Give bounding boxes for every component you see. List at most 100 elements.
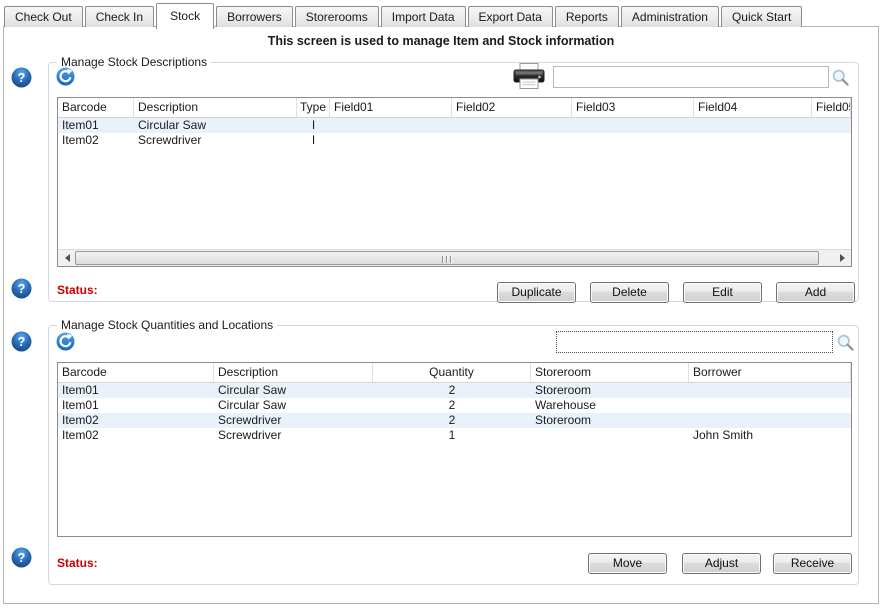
cell-field04 — [694, 118, 812, 133]
table-row[interactable]: Item01 Circular Saw 2 Warehouse — [58, 398, 851, 413]
edit-button[interactable]: Edit — [683, 282, 762, 303]
stock-descriptions-search-input[interactable] — [553, 66, 829, 88]
cell-description: Screwdriver — [214, 413, 373, 428]
add-button[interactable]: Add — [776, 282, 855, 303]
cell-field03 — [572, 118, 694, 133]
screen-instruction: This screen is used to manage Item and S… — [0, 34, 882, 48]
tab-storerooms[interactable]: Storerooms — [295, 6, 379, 27]
cell-barcode: Item01 — [58, 383, 214, 398]
cell-type: I — [297, 118, 330, 133]
column-header-quantity[interactable]: Quantity — [373, 363, 531, 382]
group-title: Manage Stock Quantities and Locations — [57, 318, 277, 332]
refresh-icon[interactable] — [56, 67, 75, 86]
cell-description: Screwdriver — [134, 133, 297, 148]
status-text: Status: — [57, 283, 98, 297]
status-label: Status: — [57, 283, 98, 297]
cell-storeroom: Storeroom — [531, 383, 689, 398]
cell-field05 — [812, 133, 851, 148]
cell-borrower — [689, 398, 851, 413]
cell-field04 — [694, 133, 812, 148]
refresh-icon[interactable] — [56, 332, 75, 351]
cell-borrower: John Smith — [689, 428, 851, 443]
grip-icon — [442, 256, 453, 263]
svg-text:?: ? — [18, 551, 26, 565]
stock-quantities-table: Barcode Description Quantity Storeroom B… — [57, 362, 852, 537]
table-row[interactable]: Item01 Circular Saw I — [58, 118, 851, 133]
table-header-row: Barcode Description Quantity Storeroom B… — [58, 363, 851, 383]
scrollbar-track[interactable] — [75, 250, 834, 266]
table-header-row: Barcode Description Type Field01 Field02… — [58, 98, 851, 118]
column-header-field05[interactable]: Field05 — [812, 98, 851, 117]
cell-quantity: 1 — [373, 428, 531, 443]
column-header-description[interactable]: Description — [134, 98, 297, 117]
group-title: Manage Stock Descriptions — [57, 55, 211, 69]
table-row[interactable]: Item01 Circular Saw 2 Storeroom — [58, 383, 851, 398]
cell-description: Screwdriver — [214, 428, 373, 443]
tab-bar: Check Out Check In Stock Borrowers Store… — [4, 3, 804, 27]
cell-barcode: Item01 — [58, 398, 214, 413]
column-header-borrower[interactable]: Borrower — [689, 363, 851, 382]
tab-borrowers[interactable]: Borrowers — [216, 6, 293, 27]
tab-export-data[interactable]: Export Data — [468, 6, 553, 27]
cell-type: I — [297, 133, 330, 148]
horizontal-scrollbar[interactable] — [58, 249, 851, 266]
help-icon[interactable]: ? — [11, 67, 32, 88]
tab-quick-start[interactable]: Quick Start — [721, 6, 802, 27]
tab-reports[interactable]: Reports — [555, 6, 619, 27]
cell-borrower — [689, 413, 851, 428]
scroll-right-button[interactable] — [834, 250, 851, 266]
search-icon[interactable] — [836, 333, 855, 352]
arrow-right-icon — [840, 254, 849, 262]
column-header-field03[interactable]: Field03 — [572, 98, 694, 117]
column-header-field02[interactable]: Field02 — [452, 98, 572, 117]
column-header-field04[interactable]: Field04 — [694, 98, 812, 117]
cell-storeroom — [531, 428, 689, 443]
adjust-button[interactable]: Adjust — [682, 553, 761, 574]
svg-text:?: ? — [18, 71, 26, 85]
cell-barcode: Item01 — [58, 118, 134, 133]
cell-description: Circular Saw — [214, 398, 373, 413]
search-icon[interactable] — [831, 68, 850, 87]
cell-barcode: Item02 — [58, 413, 214, 428]
print-icon[interactable] — [512, 62, 546, 90]
column-header-storeroom[interactable]: Storeroom — [531, 363, 689, 382]
column-header-barcode[interactable]: Barcode — [58, 98, 134, 117]
column-header-type[interactable]: Type — [297, 98, 330, 117]
cell-quantity: 2 — [373, 383, 531, 398]
help-icon[interactable]: ? — [11, 331, 32, 352]
scrollbar-thumb[interactable] — [75, 251, 819, 265]
tab-stock[interactable]: Stock — [156, 3, 214, 29]
table-row[interactable]: Item02 Screwdriver I — [58, 133, 851, 148]
cell-barcode: Item02 — [58, 428, 214, 443]
tab-check-in[interactable]: Check In — [85, 6, 154, 27]
scroll-left-button[interactable] — [58, 250, 75, 266]
tab-check-out[interactable]: Check Out — [4, 6, 83, 27]
table-row[interactable]: Item02 Screwdriver 1 John Smith — [58, 428, 851, 443]
tab-import-data[interactable]: Import Data — [381, 6, 466, 27]
cell-quantity: 2 — [373, 413, 531, 428]
cell-storeroom: Storeroom — [531, 413, 689, 428]
move-button[interactable]: Move — [588, 553, 667, 574]
svg-text:?: ? — [18, 335, 26, 349]
tab-administration[interactable]: Administration — [621, 6, 719, 27]
stock-quantities-search-input[interactable] — [556, 331, 833, 353]
delete-button[interactable]: Delete — [590, 282, 669, 303]
receive-button[interactable]: Receive — [773, 553, 852, 574]
cell-field03 — [572, 133, 694, 148]
cell-field05 — [812, 118, 851, 133]
stock-descriptions-table: Barcode Description Type Field01 Field02… — [57, 97, 852, 267]
duplicate-button[interactable]: Duplicate — [497, 282, 576, 303]
column-header-barcode[interactable]: Barcode — [58, 363, 214, 382]
arrow-left-icon — [61, 254, 70, 262]
cell-field02 — [452, 118, 572, 133]
table-row[interactable]: Item02 Screwdriver 2 Storeroom — [58, 413, 851, 428]
help-icon[interactable]: ? — [11, 547, 32, 568]
cell-description: Circular Saw — [134, 118, 297, 133]
column-header-field01[interactable]: Field01 — [330, 98, 452, 117]
help-icon[interactable]: ? — [11, 278, 32, 299]
column-header-description[interactable]: Description — [214, 363, 373, 382]
cell-borrower — [689, 383, 851, 398]
svg-text:?: ? — [18, 282, 26, 296]
cell-field01 — [330, 133, 452, 148]
status-label: Status: — [57, 556, 98, 570]
